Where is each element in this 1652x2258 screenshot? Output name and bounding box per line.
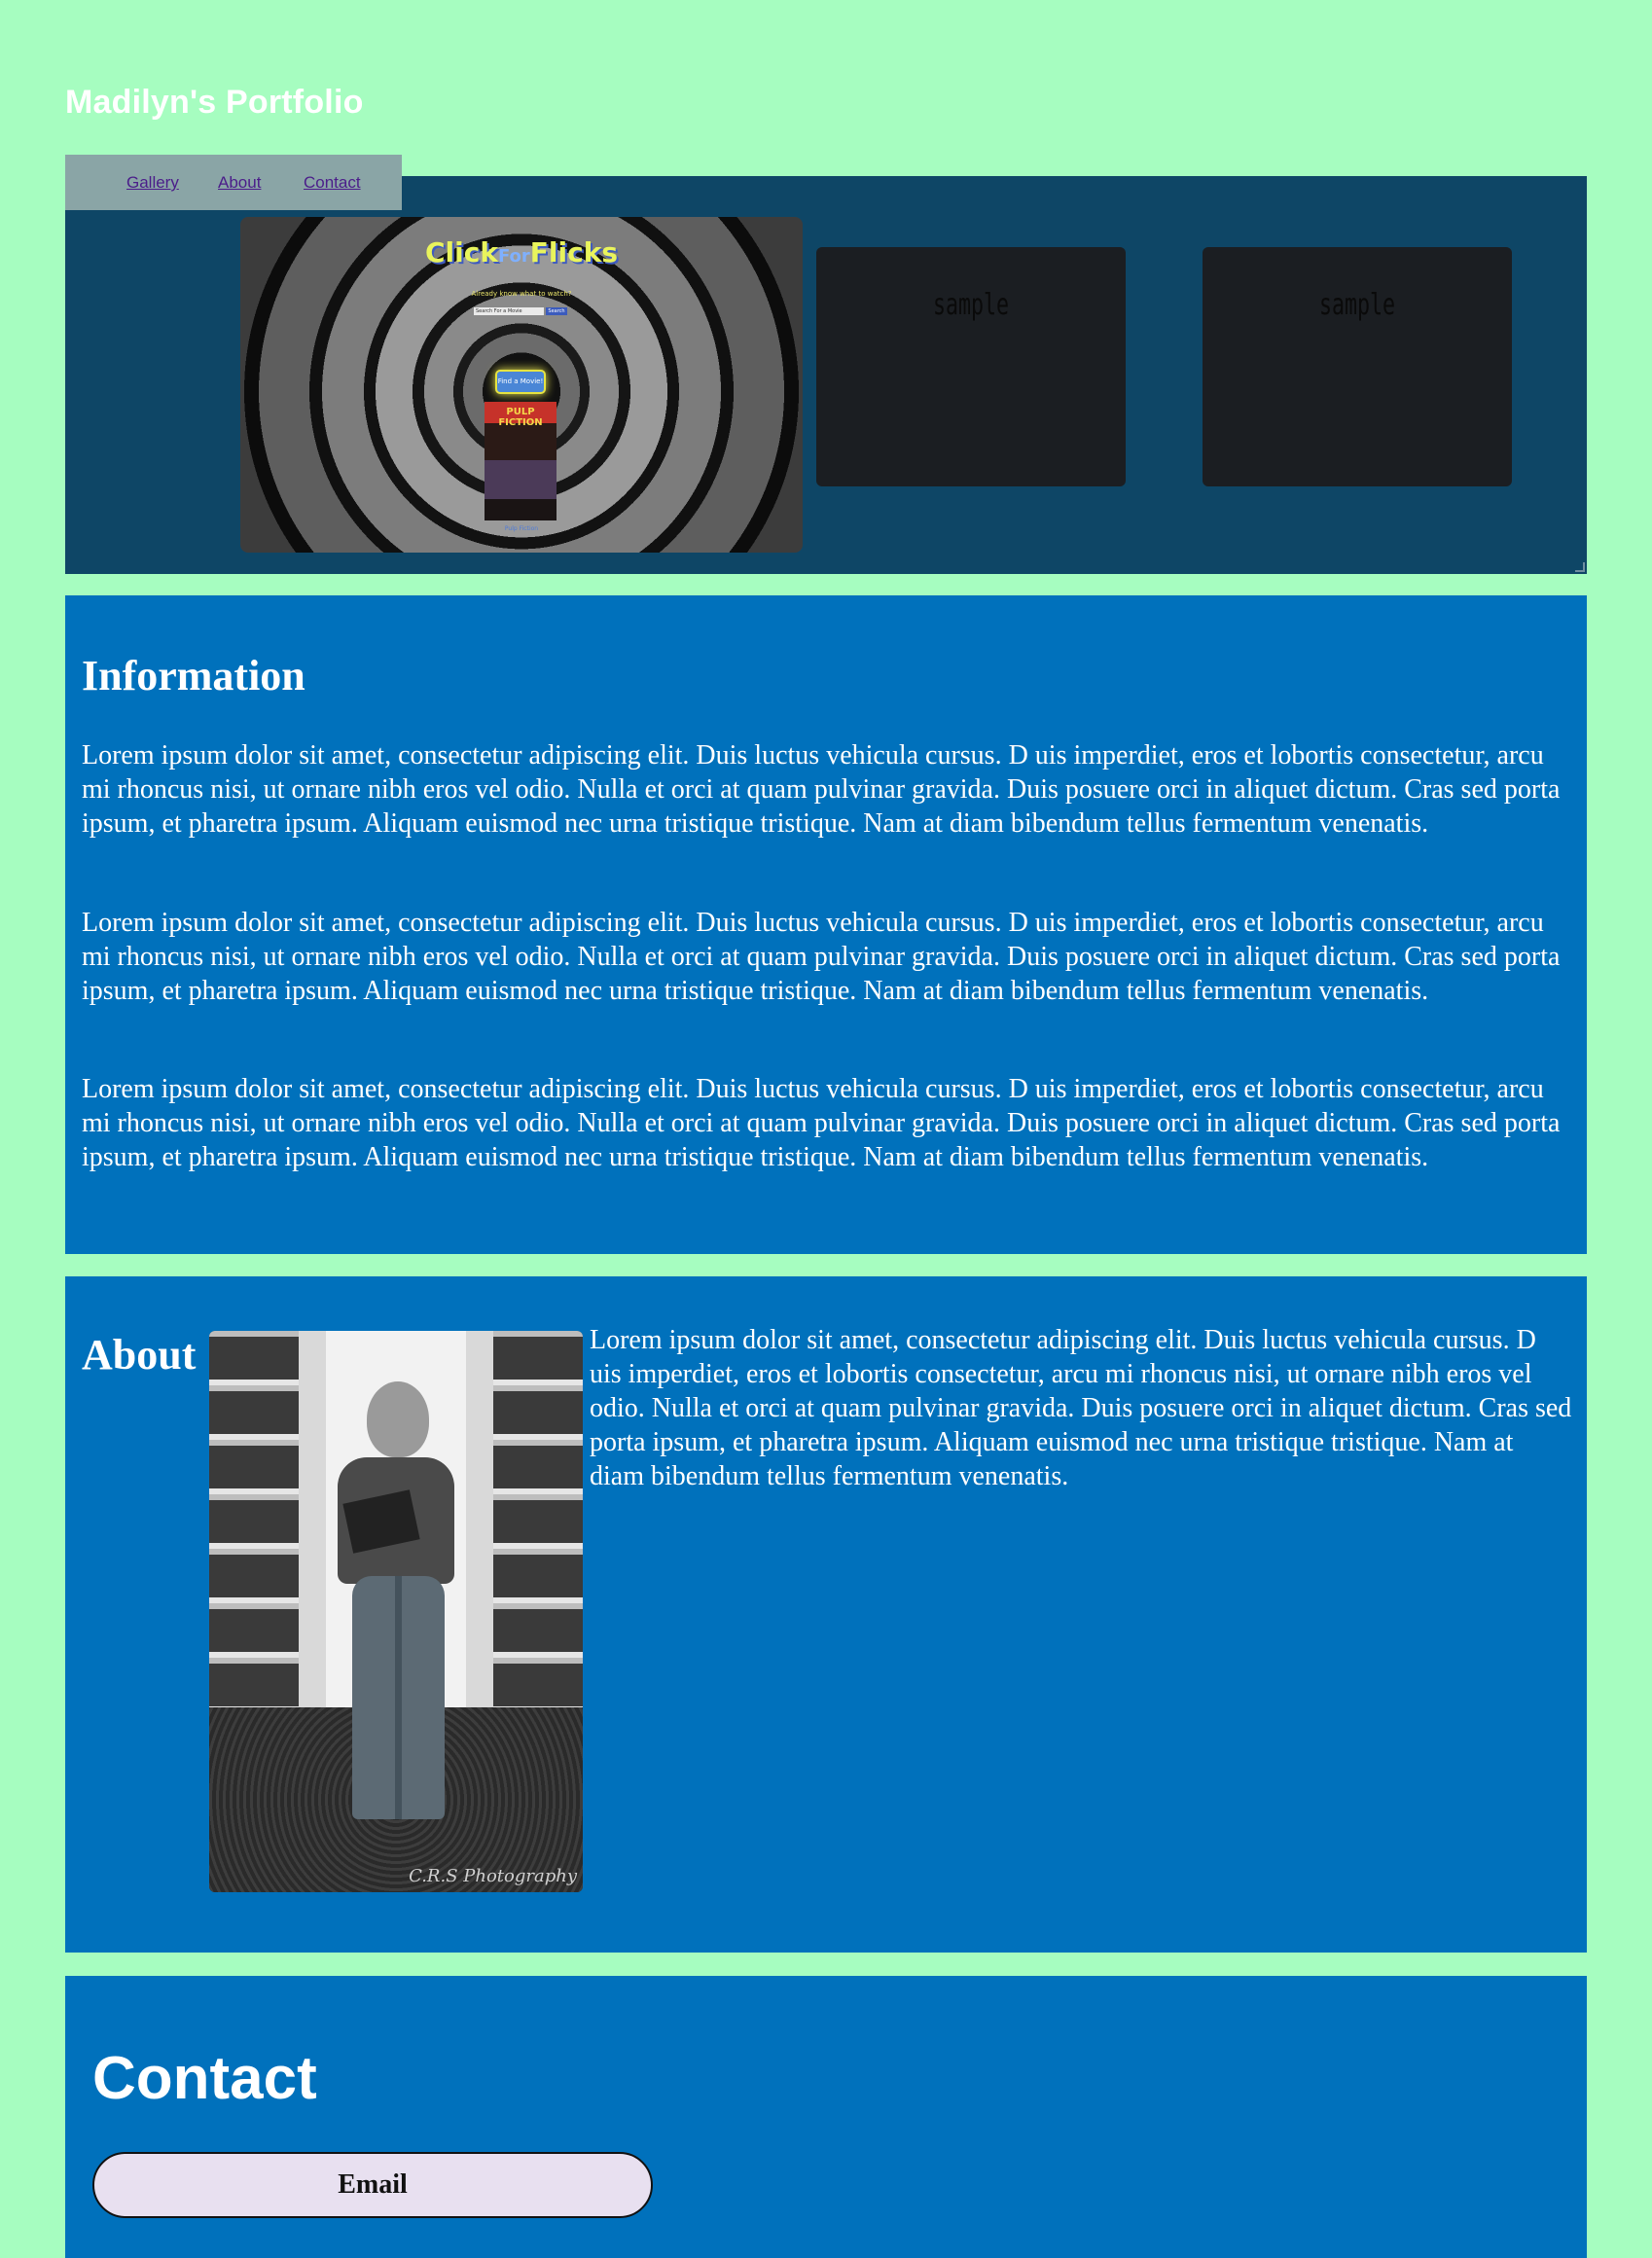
information-heading: Information: [82, 652, 305, 699]
info-paragraph: Lorem ipsum dolor sit amet, consectetur …: [82, 908, 1561, 1006]
sample-card-2[interactable]: sample: [1203, 247, 1512, 486]
resize-handle[interactable]: [1575, 562, 1585, 572]
person-reading: [308, 1381, 484, 1839]
main-nav: Gallery About Contact: [65, 155, 402, 210]
site-title: Madilyn's Portfolio: [65, 84, 364, 121]
info-paragraph: Lorem ipsum dolor sit amet, consectetur …: [82, 740, 1561, 839]
movie-poster: PULP FICTION: [485, 402, 557, 520]
portrait-photo: C.R.S Photography: [209, 1331, 583, 1892]
poster-caption: Pulp Fiction: [504, 525, 539, 532]
nav-link-about[interactable]: About: [218, 173, 261, 193]
nav-link-gallery[interactable]: Gallery: [126, 173, 179, 193]
photo-watermark: C.R.S Photography: [409, 1866, 577, 1886]
nav-link-contact[interactable]: Contact: [304, 173, 361, 193]
about-heading: About: [82, 1331, 197, 1379]
information-section: Information Lorem ipsum dolor sit amet, …: [65, 595, 1587, 1254]
contact-section: Contact Email: [65, 1976, 1587, 2258]
poster-title: PULP FICTION: [498, 407, 543, 428]
sample-card-1[interactable]: sample: [816, 247, 1126, 486]
contact-heading: Contact: [92, 2045, 317, 2112]
click-for-flicks-logo: ClickForFlicks: [425, 236, 618, 269]
cff-tagline: Already know what to watch?: [471, 290, 572, 298]
sample-label: sample: [932, 288, 1010, 322]
about-text: Lorem ipsum dolor sit amet, consectetur …: [590, 1325, 1572, 1491]
click-for-flicks-screenshot[interactable]: ClickForFlicks Already know what to watc…: [240, 217, 803, 553]
cff-search-button: Search: [546, 307, 567, 315]
info-paragraph: Lorem ipsum dolor sit amet, consectetur …: [82, 1074, 1561, 1172]
email-button[interactable]: Email: [92, 2152, 653, 2218]
cff-search-input: Search For a Movie: [474, 307, 544, 315]
gallery-panel: ClickForFlicks Already know what to watc…: [65, 176, 1587, 574]
sample-label: sample: [1318, 288, 1396, 322]
cff-find-movie-button: Find a Movie!: [495, 370, 546, 394]
about-section: About C.R.S Photography Lorem ipsum dolo…: [65, 1276, 1587, 1953]
